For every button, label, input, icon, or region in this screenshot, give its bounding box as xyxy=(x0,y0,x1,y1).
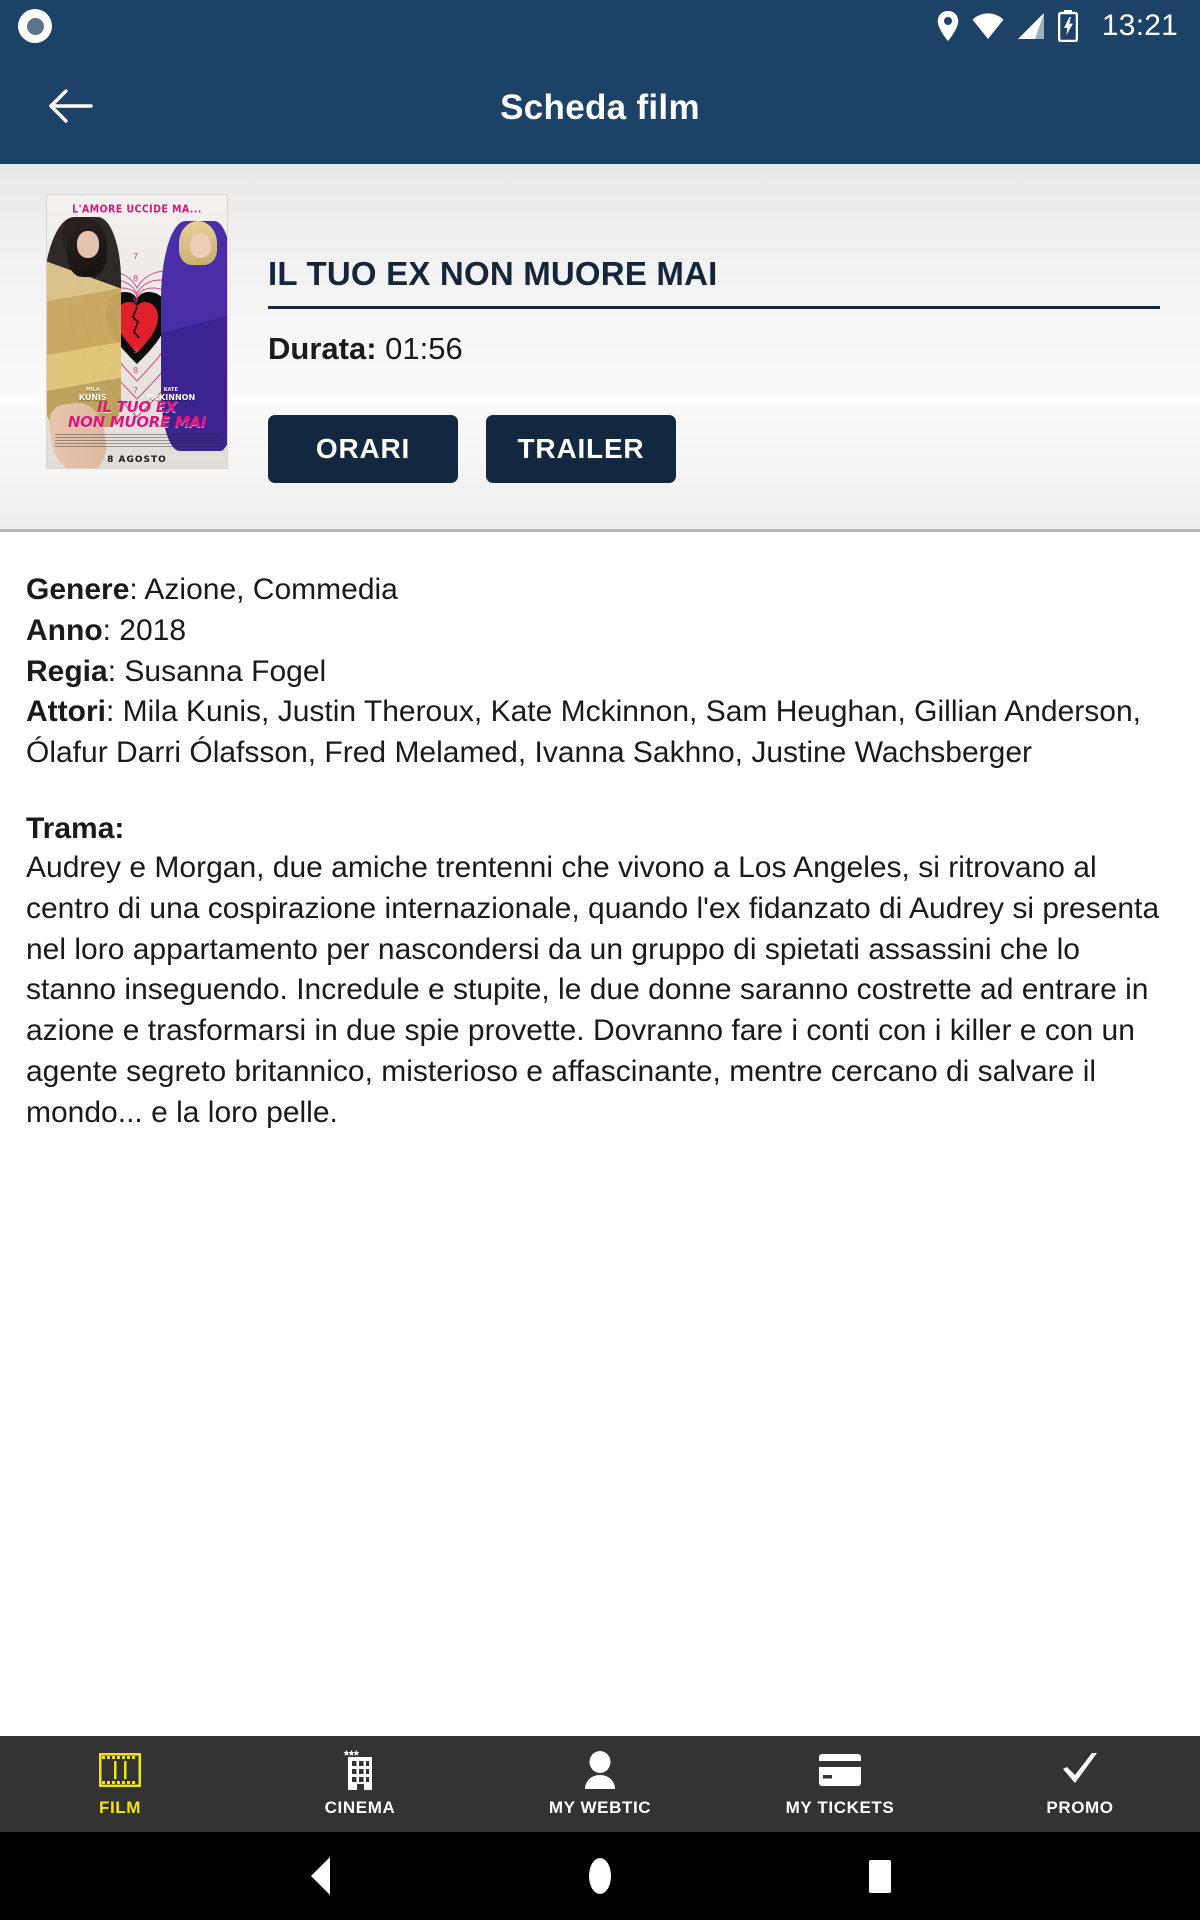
tab-my-tickets-label: MY TICKETS xyxy=(785,1797,895,1817)
tab-my-webtic-label: MY WEBTIC xyxy=(548,1797,652,1817)
film-duration-value: 01:56 xyxy=(385,331,463,367)
film-hero-card: 789 79 97 987 L'AMORE UCCIDE MA... xyxy=(0,164,1200,532)
battery-charging-icon xyxy=(1057,10,1078,42)
app-bar: Scheda film xyxy=(0,52,1200,164)
film-details-body: Genere: Azione, Commedia Anno: 2018 Regi… xyxy=(0,532,1200,1736)
wifi-icon xyxy=(972,12,1004,40)
tab-cinema-label: CINEMA xyxy=(324,1797,396,1817)
poster-credits-block xyxy=(55,434,219,448)
poster-actor-right-first: KATE xyxy=(163,387,178,394)
svg-text:9: 9 xyxy=(133,296,138,305)
meta-attori: Attori: Mila Kunis, Justin Theroux, Kate… xyxy=(26,692,1174,774)
person-icon xyxy=(583,1750,617,1789)
card-icon xyxy=(818,1751,862,1789)
checkmark-icon xyxy=(1060,1751,1100,1789)
film-metadata: Genere: Azione, Commedia Anno: 2018 Regi… xyxy=(26,570,1174,774)
arrow-left-icon xyxy=(47,87,93,130)
meta-regia: Regia: Susanna Fogel xyxy=(26,652,1174,693)
poster-title-line2: NON MUORE MAI xyxy=(67,413,207,431)
meta-anno-label: Anno xyxy=(26,613,103,647)
nav-recents-button[interactable] xyxy=(835,1832,925,1920)
poster-tagline: L'AMORE UCCIDE MA... xyxy=(72,203,202,216)
recents-square-icon xyxy=(869,1859,891,1893)
nav-back-button[interactable] xyxy=(275,1832,365,1920)
tab-my-tickets[interactable]: MY TICKETS xyxy=(720,1736,960,1832)
page-title: Scheda film xyxy=(500,88,700,127)
status-bar-clock: 13:21 xyxy=(1101,9,1178,42)
trailer-button[interactable]: TRAILER xyxy=(486,415,676,484)
film-info: IL TUO EX NON MUORE MAI Durata: 01:56 OR… xyxy=(246,194,1200,495)
tab-my-webtic[interactable]: MY WEBTIC xyxy=(480,1736,720,1832)
meta-regia-label: Regia xyxy=(26,654,108,688)
poster-release-date: 8 AGOSTO xyxy=(107,455,167,465)
home-circle-icon xyxy=(589,1858,611,1894)
film-action-buttons: ORARI TRAILER xyxy=(268,415,1160,484)
plot-text: Audrey e Morgan, due amiche trentenni ch… xyxy=(26,850,1160,1129)
back-triangle-icon xyxy=(310,1857,330,1895)
meta-genere-value: : Azione, Commedia xyxy=(129,573,398,606)
meta-anno-value: : 2018 xyxy=(102,613,187,647)
android-navigation-bar xyxy=(0,1832,1200,1920)
poster-container[interactable]: 789 79 97 987 L'AMORE UCCIDE MA... xyxy=(46,194,246,495)
svg-text:7: 7 xyxy=(133,252,138,261)
orari-button[interactable]: ORARI xyxy=(268,415,458,484)
film-poster-image[interactable]: 789 79 97 987 L'AMORE UCCIDE MA... xyxy=(46,194,228,469)
building-icon xyxy=(343,1749,377,1790)
tab-cinema[interactable]: CINEMA xyxy=(240,1736,480,1832)
nav-home-button[interactable] xyxy=(555,1832,645,1920)
meta-regia-value: : Susanna Fogel xyxy=(107,654,327,688)
tab-film-label: FILM xyxy=(98,1797,142,1817)
location-icon xyxy=(937,11,959,41)
tab-promo[interactable]: PROMO xyxy=(960,1736,1200,1832)
film-strip-icon xyxy=(99,1751,141,1789)
meta-genere: Genere: Azione, Commedia xyxy=(26,570,1174,611)
poster-title: IL TUO EX NON MUORE MAI xyxy=(47,400,227,430)
tab-film[interactable]: FILM xyxy=(0,1736,240,1832)
status-bar-icons: 13:21 xyxy=(937,9,1178,43)
app-root: 13:21 Scheda film 7 8 9 9 8 7 L'AMORE UC… xyxy=(0,0,1200,1920)
plot-heading: Trama: xyxy=(26,811,125,845)
film-title: IL TUO EX NON MUORE MAI xyxy=(268,255,1160,310)
back-button[interactable] xyxy=(22,60,118,156)
svg-text:9: 9 xyxy=(133,346,138,355)
meta-attori-label: Attori xyxy=(26,695,106,729)
meta-attori-value: : Mila Kunis, Justin Theroux, Kate Mckin… xyxy=(26,695,1141,770)
film-duration: Durata: 01:56 xyxy=(268,331,1160,367)
poster-actor-left-first: MILA xyxy=(85,387,100,394)
status-bar: 13:21 xyxy=(0,0,1200,52)
film-duration-label: Durata: xyxy=(268,331,377,367)
signal-icon xyxy=(1017,12,1045,40)
tab-promo-label: PROMO xyxy=(1046,1797,1114,1817)
svg-text:8: 8 xyxy=(133,366,138,375)
front-camera-icon xyxy=(18,9,52,43)
meta-anno: Anno: 2018 xyxy=(26,611,1174,652)
meta-genere-label: Genere xyxy=(26,573,130,606)
bottom-tab-bar: FILM CINEMA MY WEBTIC MY TICKETS PROMO xyxy=(0,1736,1200,1832)
svg-text:8: 8 xyxy=(133,274,138,283)
